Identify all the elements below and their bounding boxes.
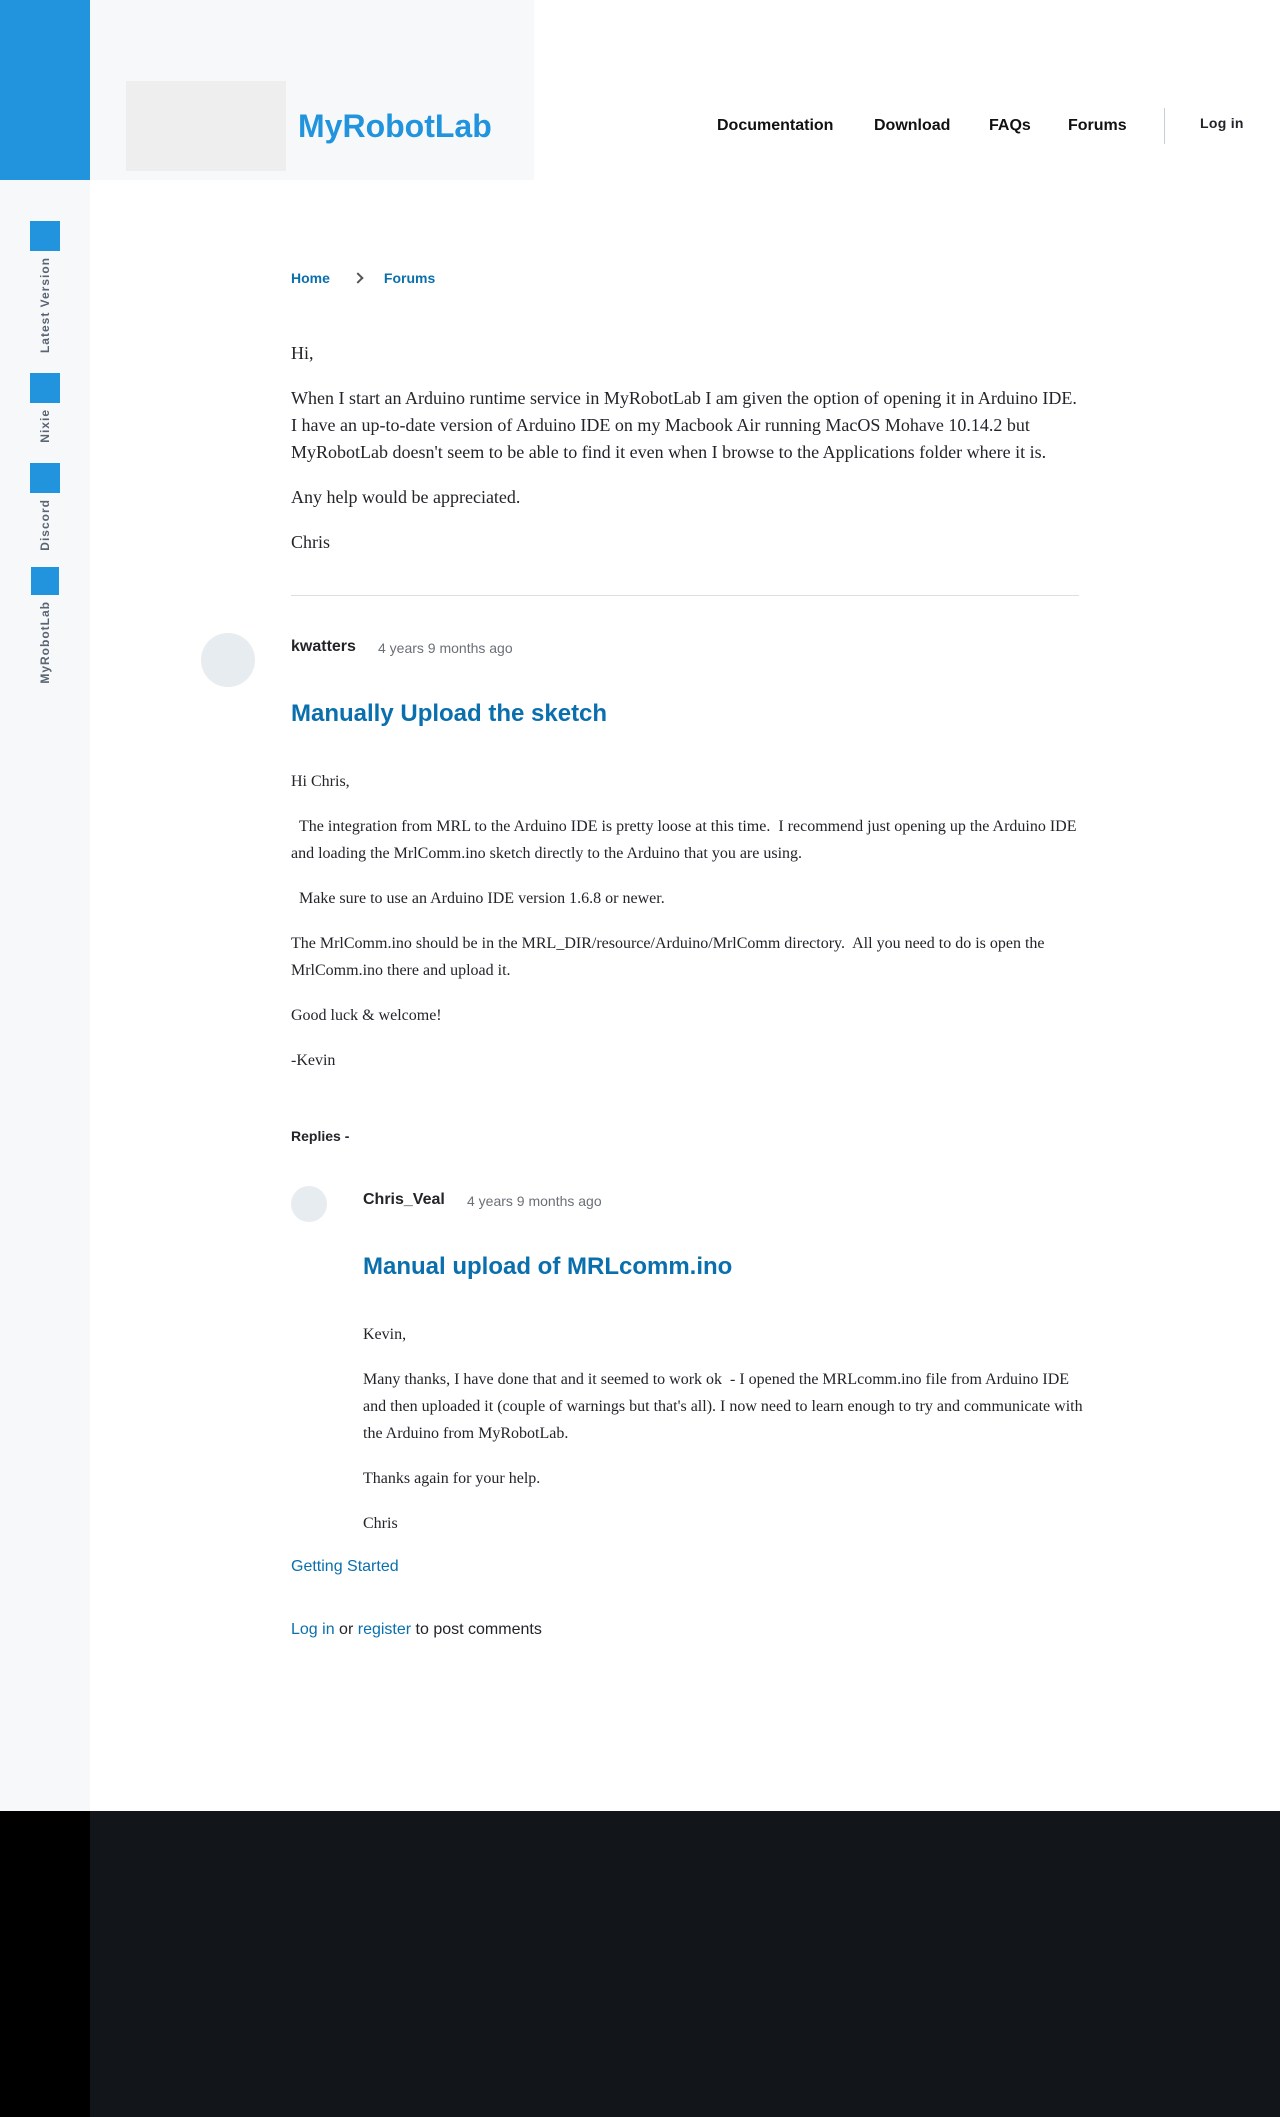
post-divider xyxy=(291,595,1079,596)
comment-paragraph: -Kevin xyxy=(291,1052,336,1069)
reply-paragraph: Kevin, xyxy=(363,1326,407,1343)
rail-item-latest-version[interactable]: Latest Version xyxy=(0,221,90,353)
avatar[interactable] xyxy=(291,1186,327,1222)
breadcrumb: Home Forums xyxy=(291,270,435,286)
footer-rail xyxy=(0,1811,90,2117)
rail-item-label: MyRobotLab xyxy=(38,601,52,684)
rail-item-label: Latest Version xyxy=(38,257,52,354)
rail-item-nixie[interactable]: Nixie xyxy=(0,373,90,443)
comment-paragraph: The MrlComm.ino should be in the MRL_DIR… xyxy=(291,935,1049,979)
nav-divider xyxy=(1164,108,1165,144)
post-paragraph: Hi, xyxy=(291,343,314,363)
nav-faqs[interactable]: FAQs xyxy=(989,106,1031,146)
site-name-link[interactable]: MyRobotLab xyxy=(298,104,492,148)
rail-item-myrobotlab[interactable]: MyRobotLab xyxy=(0,567,90,684)
comment-login-link[interactable]: Log in xyxy=(291,1621,335,1638)
comment-title[interactable]: Manually Upload the sketch xyxy=(291,698,607,730)
forum-post-body: Hi, When I start an Arduino runtime serv… xyxy=(291,340,1081,574)
register-link[interactable]: register xyxy=(358,1621,411,1638)
reply-body: Kevin, Many thanks, I have done that and… xyxy=(363,1321,1083,1555)
rail-icon xyxy=(31,567,59,595)
nav-forums[interactable]: Forums xyxy=(1068,106,1127,146)
rail-item-discord[interactable]: Discord xyxy=(0,463,90,551)
post-comments-text: to post comments xyxy=(415,1621,542,1638)
post-paragraph: Chris xyxy=(291,532,331,552)
login-to-comment: Log in or register to post comments xyxy=(291,1621,542,1639)
rail-icon xyxy=(30,221,60,251)
comment-paragraph: The integration from MRL to the Arduino … xyxy=(291,818,1081,862)
rail-item-label: Discord xyxy=(38,499,52,551)
post-paragraph: Any help would be appreciated. xyxy=(291,487,521,507)
or-text: or xyxy=(339,1621,354,1638)
site-footer xyxy=(90,1811,1280,2117)
comment-paragraph: Hi Chris, xyxy=(291,773,350,790)
nav-download[interactable]: Download xyxy=(874,106,950,146)
reply-author[interactable]: Chris_Veal xyxy=(363,1191,445,1209)
post-paragraph: When I start an Arduino runtime service … xyxy=(291,388,1077,462)
comment-paragraph: Make sure to use an Arduino IDE version … xyxy=(291,890,665,907)
tag-link[interactable]: Getting Started xyxy=(291,1558,399,1576)
reply-title[interactable]: Manual upload of MRLcomm.ino xyxy=(363,1251,732,1283)
site-logo[interactable] xyxy=(126,81,286,171)
chevron-right-icon xyxy=(352,272,364,284)
breadcrumb-home[interactable]: Home xyxy=(291,270,330,286)
reply-paragraph: Many thanks, I have done that and it see… xyxy=(363,1371,1087,1442)
breadcrumb-forums[interactable]: Forums xyxy=(384,270,435,286)
comment-body: Hi Chris, The integration from MRL to th… xyxy=(291,768,1081,1092)
comment-paragraph: Good luck & welcome! xyxy=(291,1007,442,1024)
reply-paragraph: Chris xyxy=(363,1515,398,1532)
rail-icon xyxy=(30,463,60,493)
comment-author[interactable]: kwatters xyxy=(291,638,356,656)
nav-documentation[interactable]: Documentation xyxy=(717,106,833,146)
reply-time: 4 years 9 months ago xyxy=(467,1193,602,1209)
comment-time: 4 years 9 months ago xyxy=(378,640,513,656)
replies-label: Replies - xyxy=(291,1128,350,1144)
rail-top-block xyxy=(0,0,90,180)
rail-item-label: Nixie xyxy=(38,409,52,443)
header-login-link[interactable]: Log in xyxy=(1200,115,1244,131)
reply-paragraph: Thanks again for your help. xyxy=(363,1470,541,1487)
avatar[interactable] xyxy=(201,633,255,687)
rail-icon xyxy=(30,373,60,403)
